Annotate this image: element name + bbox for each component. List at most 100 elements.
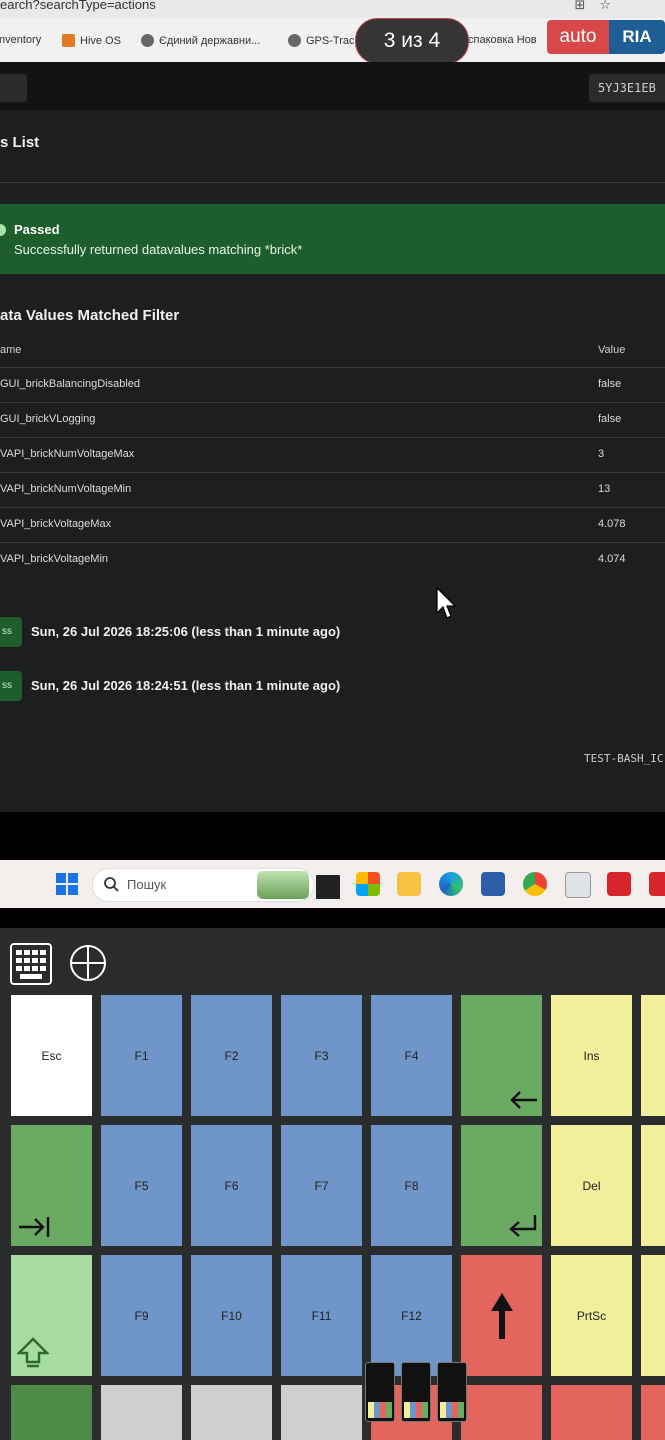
key-enter[interactable] [461, 1125, 542, 1246]
key-partial[interactable] [281, 1385, 362, 1440]
thumbnail[interactable] [437, 1362, 467, 1422]
divider [0, 507, 665, 508]
chrome-icon[interactable] [523, 872, 547, 896]
cell-value: 4.078 [598, 518, 626, 530]
history-timestamp: Sun, 26 Jul 2026 18:25:06 (less than 1 m… [31, 624, 341, 639]
key-f8[interactable]: F8 [371, 1125, 452, 1246]
key-f3[interactable]: F3 [281, 995, 362, 1116]
globe-icon [288, 34, 301, 47]
key-f12[interactable]: F12 [371, 1255, 452, 1376]
key-partial[interactable] [101, 1385, 182, 1440]
key-shift[interactable] [11, 1255, 92, 1376]
search-placeholder: Пошук [127, 877, 167, 892]
table-title: ata Values Matched Filter [0, 307, 180, 324]
column-header-name: ame [0, 344, 22, 356]
cell-name: VAPI_brickNumVoltageMin [0, 483, 132, 495]
success-icon [0, 224, 6, 236]
key-f4[interactable]: F4 [371, 995, 452, 1116]
status-badge: ss [0, 671, 22, 701]
key-backspace[interactable] [461, 995, 542, 1116]
key-f5[interactable]: F5 [101, 1125, 182, 1246]
key-partial[interactable] [551, 1385, 632, 1440]
key-ins[interactable]: Ins [551, 995, 632, 1116]
cell-value: false [598, 413, 622, 425]
anydesk-icon[interactable] [607, 872, 631, 896]
key-partial[interactable] [11, 1385, 92, 1440]
key-partial[interactable] [641, 1385, 665, 1440]
cell-name: VAPI_brickVoltageMin [0, 553, 109, 565]
key-partial[interactable] [461, 1385, 542, 1440]
task-view-icon[interactable] [313, 872, 343, 902]
bookmark-item[interactable]: спаковка Нов [468, 34, 537, 46]
key-partial[interactable] [641, 1125, 665, 1246]
url-text: earch?searchType=actions [0, 0, 156, 12]
alert-message: Successfully returned datavalues matchin… [14, 242, 303, 257]
alert-title: Passed [14, 222, 60, 237]
autoria-logo: auto [547, 20, 609, 54]
star-icon[interactable]: ☆ [599, 0, 625, 12]
key-f1[interactable]: F1 [101, 995, 182, 1116]
anydesk-icon[interactable] [649, 872, 665, 896]
copilot-icon[interactable] [356, 872, 380, 896]
divider [0, 182, 665, 183]
windows-start-icon[interactable] [56, 873, 78, 895]
bookmark-item[interactable]: Єдиний державни... [141, 34, 260, 47]
taskbar-search[interactable]: Пошук [92, 868, 314, 902]
key-f9[interactable]: F9 [101, 1255, 182, 1376]
divider [0, 402, 665, 403]
shift-arrow-icon [17, 1337, 49, 1368]
app-topbar: 5YJ3E1EB [0, 62, 665, 110]
file-explorer-icon[interactable] [397, 872, 421, 896]
key-arrow-up[interactable] [461, 1255, 542, 1376]
key-partial[interactable] [641, 995, 665, 1116]
globe-icon [141, 34, 154, 47]
gallery-thumbnails [365, 1362, 467, 1422]
keyboard-icon[interactable] [9, 942, 53, 986]
vin-badge: 5YJ3E1EB [589, 74, 665, 102]
key-f10[interactable]: F10 [191, 1255, 272, 1376]
ria-logo: RIA [609, 20, 665, 54]
service-app: 5YJ3E1EB s List Passed Successfully retu… [0, 62, 665, 812]
divider [0, 542, 665, 543]
cell-name: VAPI_brickNumVoltageMax [0, 448, 135, 460]
calculator-icon[interactable] [565, 872, 591, 898]
tab-arrow-icon [19, 1217, 50, 1237]
key-prtsc[interactable]: PrtSc [551, 1255, 632, 1376]
address-bar-icons: ⊞☆ [574, 0, 625, 13]
key-partial[interactable] [191, 1385, 272, 1440]
search-icon [104, 877, 119, 892]
bookmark-item[interactable]: GPS-Trac [288, 34, 355, 47]
key-f2[interactable]: F2 [191, 995, 272, 1116]
divider [0, 437, 665, 438]
cell-value: 3 [598, 448, 605, 460]
menu-button[interactable] [0, 74, 27, 102]
windows-taskbar: Пошук [0, 860, 665, 908]
bookmark-item[interactable]: Hive OS [62, 34, 121, 47]
image-pager: 3 из 4 [355, 18, 469, 62]
on-screen-keypad: Esc F1 F2 F3 F4 Ins F5 F6 F7 F8 Del F9 F… [0, 928, 665, 1440]
key-tab[interactable] [11, 1125, 92, 1246]
cell-name: VAPI_brickVoltageMax [0, 518, 112, 530]
result-alert: Passed Successfully returned datavalues … [0, 204, 665, 274]
store-icon[interactable] [481, 872, 505, 896]
translate-icon[interactable]: ⊞ [574, 0, 599, 12]
divider [0, 472, 665, 473]
history-timestamp: Sun, 26 Jul 2026 18:24:51 (less than 1 m… [31, 678, 341, 693]
key-f11[interactable]: F11 [281, 1255, 362, 1376]
key-f7[interactable]: F7 [281, 1125, 362, 1246]
key-del[interactable]: Del [551, 1125, 632, 1246]
thumbnail[interactable] [401, 1362, 431, 1422]
column-header-value: Value [598, 344, 626, 356]
crosshair-icon[interactable] [69, 944, 107, 982]
edge-icon[interactable] [439, 872, 463, 896]
key-f6[interactable]: F6 [191, 1125, 272, 1246]
status-badge: ss [0, 617, 22, 647]
bookmark-item[interactable]: nventory [0, 34, 41, 46]
thumbnail[interactable] [365, 1362, 395, 1422]
key-partial[interactable] [641, 1255, 665, 1376]
hive-icon [62, 34, 75, 47]
key-esc[interactable]: Esc [11, 995, 92, 1116]
cell-value: 13 [598, 483, 611, 495]
address-bar[interactable]: earch?searchType=actions ⊞☆ [0, 0, 665, 18]
cell-name: GUI_brickVLogging [0, 413, 96, 425]
